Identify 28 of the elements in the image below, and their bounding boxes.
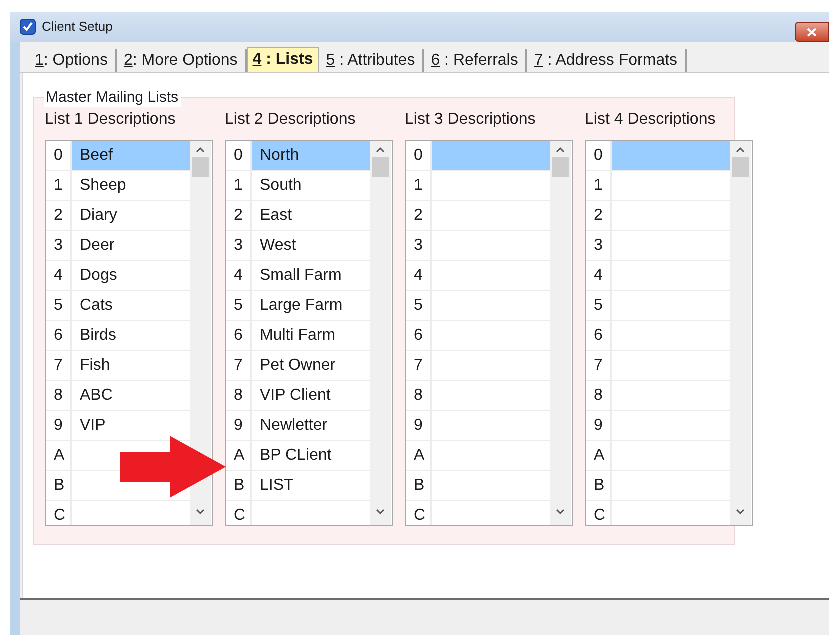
tab[interactable]: 4 : Lists [246,47,320,72]
scroll-up-icon[interactable] [376,147,385,153]
scroll-thumb[interactable] [732,157,749,177]
list-heading: List 1 Descriptions [45,110,177,130]
scrollbar[interactable] [370,141,391,525]
scroll-thumb[interactable] [192,157,209,177]
scroll-down-icon[interactable] [736,509,745,515]
app-icon [20,19,36,35]
list-item[interactable]: Beef [72,141,190,170]
list-heading: List 2 Descriptions [225,110,357,130]
scroll-up-icon[interactable] [556,147,565,153]
list-heading: List 3 Descriptions [405,110,537,130]
window-title: Client Setup [42,18,113,36]
close-icon [807,28,817,36]
scroll-down-icon[interactable] [376,509,385,515]
scrollbar[interactable] [730,141,751,525]
scroll-down-icon[interactable] [196,509,205,515]
scroll-thumb[interactable] [552,157,569,177]
scroll-down-icon[interactable] [556,509,565,515]
scrollbar[interactable] [190,141,211,525]
list-heading: List 4 Descriptions [585,110,717,130]
group-title: Master Mailing Lists [44,89,181,107]
scroll-up-icon[interactable] [736,147,745,153]
scroll-up-icon[interactable] [196,147,205,153]
scrollbar[interactable] [550,141,571,525]
close-button[interactable] [795,22,829,42]
scroll-thumb[interactable] [372,157,389,177]
list-item[interactable]: North [252,141,370,170]
